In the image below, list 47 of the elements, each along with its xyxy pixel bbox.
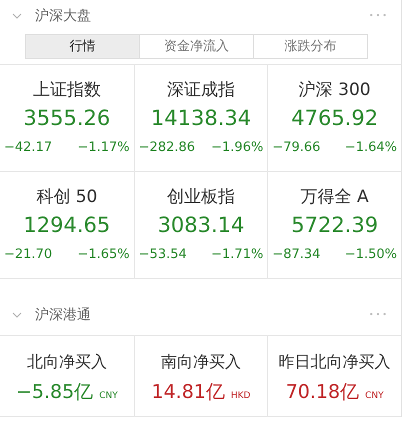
index-change: −87.34 — [272, 246, 320, 264]
index-change: −53.54 — [138, 246, 187, 264]
index-value: 4765.92 — [291, 105, 378, 132]
flow-name: 北向净买入 — [26, 351, 107, 373]
index-percent: −1.64% — [344, 139, 397, 157]
index-percent: −1.17% — [77, 139, 130, 157]
index-change: −42.17 — [4, 139, 52, 157]
flow-value: 14.81亿 — [151, 380, 225, 405]
index-percent: −1.71% — [211, 246, 264, 264]
flow-card[interactable]: 南向净买入 14.81亿 HKD — [134, 336, 268, 416]
chevron-down-icon[interactable] — [12, 13, 22, 19]
currency-label: HKD — [230, 390, 250, 403]
index-card[interactable]: 创业板指 3083.14 −53.54 −1.71% — [134, 172, 268, 279]
flow-name: 昨日北向净买入 — [278, 351, 391, 373]
index-percent: −1.65% — [77, 246, 130, 264]
index-value: 3083.14 — [158, 212, 244, 239]
index-card[interactable]: 万得全 A 5722.39 −87.34 −1.50% — [267, 172, 401, 279]
index-name: 创业板指 — [166, 186, 235, 209]
flow-value: −5.85亿 — [16, 380, 94, 405]
index-value: 14138.34 — [150, 105, 252, 132]
index-percent: −1.50% — [344, 246, 397, 264]
flow-name: 南向净买入 — [160, 351, 241, 373]
segment-tab[interactable]: 行情 — [26, 35, 139, 58]
flow-card[interactable]: 北向净买入 −5.85亿 CNY — [0, 336, 134, 416]
flow-card[interactable]: 昨日北向净买入 70.18亿 CNY — [267, 336, 401, 416]
index-name: 万得全 A — [300, 186, 369, 209]
index-value: 1294.65 — [23, 212, 110, 239]
section-title: 沪深大盘 — [35, 6, 91, 26]
index-percent: −1.96% — [211, 139, 264, 157]
chevron-down-icon[interactable] — [12, 312, 22, 318]
index-value: 5722.39 — [291, 212, 378, 239]
index-card[interactable]: 深证成指 14138.34 −282.86 −1.96% — [134, 65, 268, 172]
index-value: 3555.26 — [23, 105, 110, 132]
section-title: 沪深港通 — [35, 306, 91, 324]
flow-value: 70.18亿 — [286, 380, 360, 405]
index-change: −282.86 — [138, 139, 196, 157]
index-card[interactable]: 沪深 300 4765.92 −79.66 −1.64% — [267, 65, 401, 172]
index-change: −79.66 — [272, 139, 320, 157]
currency-label: CNY — [99, 390, 118, 403]
index-card[interactable]: 上证指数 3555.26 −42.17 −1.17% — [0, 65, 134, 172]
index-name: 深证成指 — [166, 79, 235, 102]
index-name: 科创 50 — [36, 186, 98, 209]
index-change: −21.70 — [4, 246, 52, 264]
index-card[interactable]: 科创 50 1294.65 −21.70 −1.65% — [0, 172, 134, 279]
index-name: 沪深 300 — [298, 79, 371, 102]
currency-label: CNY — [365, 390, 384, 403]
index-name: 上证指数 — [32, 79, 101, 102]
